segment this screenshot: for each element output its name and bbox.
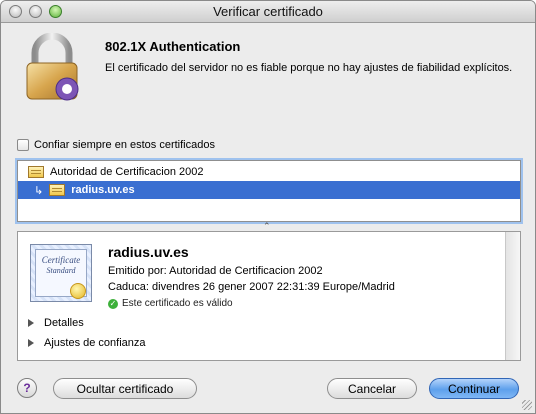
trust-always-checkbox[interactable] bbox=[17, 139, 29, 151]
lock-icon bbox=[26, 33, 79, 101]
validity-text: Este certificado es válido bbox=[122, 298, 233, 309]
help-button[interactable]: ? bbox=[17, 378, 37, 398]
certificate-icon bbox=[28, 166, 44, 178]
details-disclosure[interactable]: Detalles bbox=[28, 317, 84, 329]
dialog-heading: 802.1X Authentication bbox=[105, 39, 241, 54]
details-scrollbar[interactable] bbox=[505, 232, 520, 360]
window-title: Verificar certificado bbox=[213, 4, 323, 19]
hide-certificate-button[interactable]: Ocultar certificado bbox=[53, 378, 197, 399]
resize-grip-icon[interactable] bbox=[522, 400, 532, 410]
dialog-message: El certificado del servidor no es fiable… bbox=[105, 62, 513, 74]
certificate-image-subtext: Standard bbox=[46, 266, 76, 275]
cancel-button[interactable]: Cancelar bbox=[327, 378, 417, 399]
verify-certificate-window: Verificar certificado 802.1X Authenticat… bbox=[0, 0, 536, 414]
certificate-issuer: Emitido por: Autoridad de Certificacion … bbox=[108, 265, 323, 277]
disclosure-triangle-icon[interactable] bbox=[28, 319, 34, 327]
disclosure-triangle-icon[interactable] bbox=[28, 339, 34, 347]
tree-item-label: Autoridad de Certificacion 2002 bbox=[50, 166, 204, 178]
child-arrow-icon: ↳ bbox=[34, 184, 44, 197]
continue-button[interactable]: Continuar bbox=[429, 378, 519, 399]
trust-settings-disclosure[interactable]: Ajustes de confianza bbox=[28, 337, 146, 349]
certificate-icon bbox=[49, 184, 66, 196]
certificate-chain-tree[interactable]: Autoridad de Certificacion 2002 ↳ radius… bbox=[17, 160, 521, 222]
certificate-details-panel: Certificate Standard radius.uv.es Emitid… bbox=[17, 231, 521, 361]
certificate-large-icon: Certificate Standard bbox=[30, 244, 92, 302]
trust-always-checkbox-row[interactable]: Confiar siempre en estos certificados bbox=[17, 139, 215, 151]
certificate-image-text: Certificate bbox=[41, 255, 81, 265]
certificate-validity: ✓ Este certificado es válido bbox=[108, 298, 233, 309]
title-bar[interactable]: Verificar certificado bbox=[1, 1, 535, 23]
trust-always-label[interactable]: Confiar siempre en estos certificados bbox=[34, 139, 215, 151]
certificate-name: radius.uv.es bbox=[108, 244, 189, 260]
tree-item-radius-uv-es[interactable]: ↳ radius.uv.es bbox=[18, 181, 520, 199]
trust-settings-label[interactable]: Ajustes de confianza bbox=[44, 337, 146, 349]
tree-item-label: radius.uv.es bbox=[71, 184, 135, 196]
tree-item-root-ca[interactable]: Autoridad de Certificacion 2002 bbox=[18, 163, 520, 181]
valid-check-icon: ✓ bbox=[108, 298, 118, 309]
details-label[interactable]: Detalles bbox=[44, 317, 84, 329]
seal-icon bbox=[70, 283, 86, 299]
certificate-expiry: Caduca: divendres 26 gener 2007 22:31:39… bbox=[108, 281, 395, 293]
